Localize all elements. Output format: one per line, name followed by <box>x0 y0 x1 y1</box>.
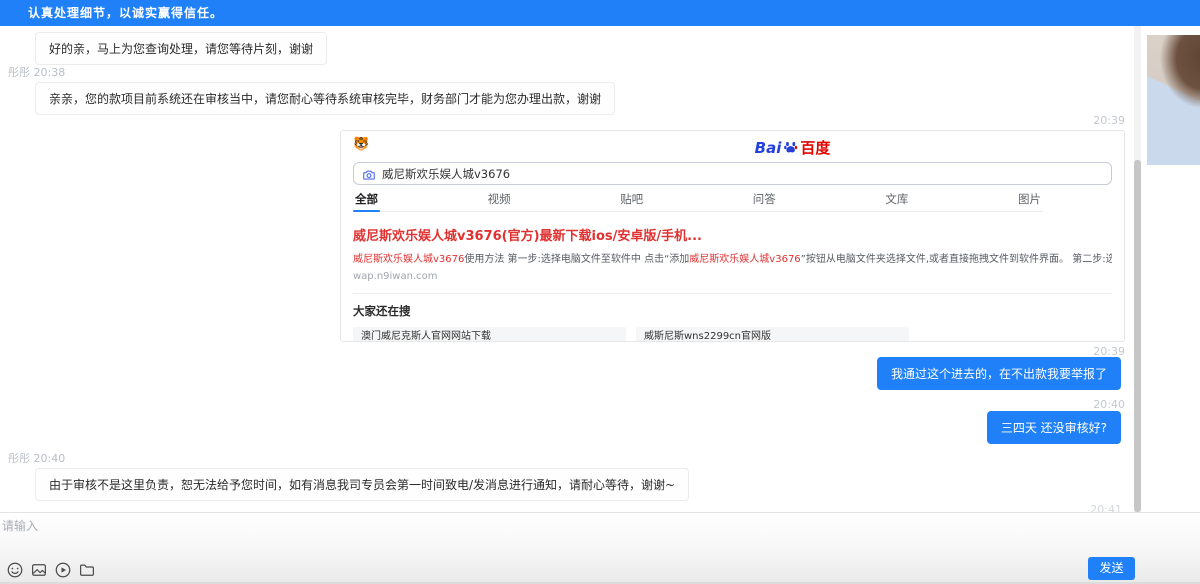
baidu-search-box: 威尼斯欢乐娱人城v3676 <box>353 162 1112 185</box>
agent-message: 好的亲，马上为您查询处理，请您等待片刻，谢谢 <box>35 32 327 65</box>
agent-profile-photo <box>1147 35 1200 165</box>
send-button[interactable]: 发送 <box>1088 557 1135 580</box>
divider <box>353 293 1112 294</box>
related-searches-heading: 大家还在搜 <box>353 303 1112 319</box>
search-result-description: 威尼斯欢乐娱人城v3676使用方法 第一步:选择电脑文件至软件中 点击“添加威尼… <box>353 250 1112 265</box>
baidu-tab-qa: 问答 <box>751 188 778 212</box>
agent-message-meta: 彤彤 20:40 <box>8 450 65 466</box>
user-message: 三四天 还没审核好? <box>987 411 1121 444</box>
chat-scrollbar-track[interactable] <box>1134 26 1141 512</box>
agent-message-meta: 彤彤 20:38 <box>8 64 65 80</box>
baidu-logo-text-bai: Bai <box>755 139 782 157</box>
tiger-emoji-icon: 🐯 <box>353 138 369 151</box>
search-result-url: wap.n9iwan.com <box>353 271 1112 282</box>
video-icon[interactable] <box>54 561 72 579</box>
related-search-item: 澳门威尼克斯人官网网站下载 <box>353 327 626 342</box>
search-result-title: 威尼斯欢乐娱人城v3676(官方)最新下载ios/安卓版/手机... <box>353 225 1112 244</box>
baidu-tab-tieba: 贴吧 <box>618 188 645 212</box>
folder-icon[interactable] <box>78 561 96 579</box>
result-desc-highlight: 威尼斯欢乐娱人城v3676 <box>689 254 800 265</box>
related-search-item: 威斯尼斯wns2299cn官网版 <box>636 327 909 342</box>
emoji-icon[interactable] <box>6 561 24 579</box>
baidu-tab-video: 视频 <box>486 188 513 212</box>
camera-search-icon <box>362 167 376 181</box>
baidu-logo: Bai 百度 <box>755 137 831 158</box>
image-upload-icon[interactable] <box>30 561 48 579</box>
user-message: 我通过这个进去的，在不出款我要举报了 <box>877 357 1121 390</box>
baidu-tab-wenku: 文库 <box>883 188 910 212</box>
message-composer: 发送 <box>0 512 1200 584</box>
notice-banner: 认真处理细节，以诚实赢得信任。 <box>0 0 1200 26</box>
composer-toolbar <box>6 561 96 579</box>
related-searches-grid: 澳门威尼克斯人官网网站下载 威斯尼斯wns2299cn官网版 新葡萄娱乐官网版游… <box>353 327 1112 342</box>
message-timestamp: 20:40 <box>1093 398 1125 411</box>
baidu-logo-text-cn: 百度 <box>800 137 830 158</box>
baidu-tabs: 全部 视频 贴吧 问答 文库 图片 <box>353 188 1043 212</box>
shared-image-baidu-screenshot[interactable]: 🐯 Bai 百度 威尼斯欢乐娱人城v3676 全部 视频 贴吧 问答 文库 图片… <box>340 130 1125 342</box>
result-desc-text: ”按钮从电脑文件夹选择文件,或者直接拖拽文件到软件界面。 第二步:选择需要转换.… <box>801 254 1112 265</box>
result-desc-text: 使用方法 第一步:选择电脑文件至软件中 点击“添加 <box>464 254 689 265</box>
agent-message: 亲亲，您的款项目前系统还在审核当中，请您耐心等待系统审核完毕，财务部门才能为您办… <box>35 82 615 115</box>
chat-scrollbar-thumb[interactable] <box>1134 160 1141 512</box>
baidu-paw-icon <box>782 139 799 156</box>
message-timestamp: 20:39 <box>1093 114 1125 127</box>
baidu-tab-all: 全部 <box>353 188 380 212</box>
baidu-tab-images: 图片 <box>1016 188 1043 212</box>
agent-message: 由于审核不是这里负责，恕无法给予您时间，如有消息我司专员会第一时间致电/发消息进… <box>35 468 689 501</box>
message-input[interactable] <box>2 517 902 557</box>
chat-message-area: 好的亲，马上为您查询处理，请您等待片刻，谢谢 彤彤 20:38 亲亲，您的款项目… <box>0 26 1200 512</box>
baidu-search-query: 威尼斯欢乐娱人城v3676 <box>382 166 510 182</box>
result-desc-highlight: 威尼斯欢乐娱人城v3676 <box>353 254 464 265</box>
